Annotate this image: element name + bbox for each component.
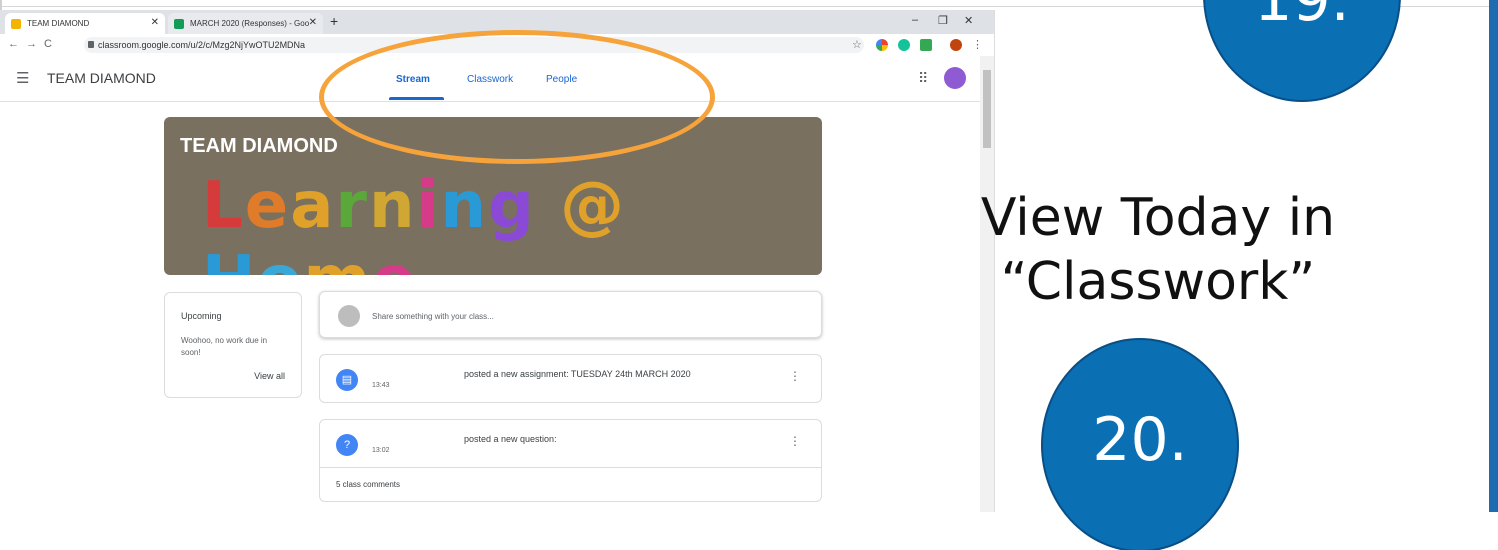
back-icon[interactable]: ← <box>8 38 19 50</box>
post-time: 13:43 <box>372 382 390 389</box>
restore-icon[interactable]: ❐ <box>938 14 948 27</box>
browser-window: TEAM DIAMOND ✕ MARCH 2020 (Responses) - … <box>0 10 995 512</box>
post-text[interactable]: posted a new question: <box>464 434 557 444</box>
post-text[interactable]: posted a new assignment: TUESDAY 24th MA… <box>464 369 691 379</box>
scrollbar-thumb[interactable] <box>983 70 991 148</box>
post-card[interactable]: ? 13:02 posted a new question: ⋮ 5 class… <box>319 419 822 502</box>
lock-icon <box>88 41 94 48</box>
avatar[interactable] <box>944 67 966 89</box>
browser-menu-icon[interactable]: ⋮ <box>972 38 983 51</box>
close-icon[interactable]: ✕ <box>151 17 159 28</box>
step-number-badge: 20. <box>1043 340 1237 550</box>
step-number-badge: 19. <box>1205 0 1399 100</box>
tab-title: TEAM DIAMOND <box>27 19 90 28</box>
google-apps-icon[interactable]: ⠿ <box>918 70 928 87</box>
upcoming-card: Upcoming Woohoo, no work due in soon! Vi… <box>164 292 302 398</box>
url-text: classroom.google.com/u/2/c/Mzg2NjYwOTU2M… <box>98 40 306 50</box>
highlight-ellipse <box>319 30 715 164</box>
browser-tab-sheets[interactable]: MARCH 2020 (Responses) - Goo ✕ <box>168 13 323 34</box>
minimize-icon[interactable]: – <box>912 14 918 26</box>
more-options-icon[interactable]: ⋮ <box>789 434 801 448</box>
hamburger-menu-icon[interactable]: ☰ <box>16 69 29 87</box>
slide-right-edge <box>1489 0 1498 512</box>
question-icon: ? <box>336 434 358 456</box>
view-all-link[interactable]: View all <box>254 371 285 381</box>
upcoming-title: Upcoming <box>181 311 222 321</box>
avatar <box>338 305 360 327</box>
class-title[interactable]: TEAM DIAMOND <box>47 70 156 86</box>
post-card[interactable]: ▤ 13:43 posted a new assignment: TUESDAY… <box>319 354 822 403</box>
profile-icon[interactable] <box>950 39 962 51</box>
browser-tab-classroom[interactable]: TEAM DIAMOND ✕ <box>5 13 165 34</box>
share-box[interactable]: Share something with your class... <box>319 291 822 338</box>
more-options-icon[interactable]: ⋮ <box>789 369 801 383</box>
extension-icon[interactable] <box>920 39 932 51</box>
class-comments-link[interactable]: 5 class comments <box>320 467 821 501</box>
instruction-text: View Today in “Classwork” <box>980 188 1336 312</box>
banner-artwork: Learning @ Home <box>202 169 627 275</box>
assignment-icon: ▤ <box>336 369 358 391</box>
sheets-favicon-icon <box>174 18 184 29</box>
share-placeholder[interactable]: Share something with your class... <box>372 312 494 321</box>
bookmark-star-icon[interactable]: ☆ <box>852 38 862 51</box>
tab-title: MARCH 2020 (Responses) - Goo <box>190 19 310 28</box>
reload-icon[interactable]: C <box>44 38 52 50</box>
extension-icon[interactable] <box>876 39 888 51</box>
grammarly-icon[interactable] <box>898 39 910 51</box>
post-time: 13:02 <box>372 447 390 454</box>
new-tab-icon[interactable]: + <box>330 13 338 29</box>
upcoming-text: Woohoo, no work due in soon! <box>181 336 268 357</box>
forward-icon[interactable]: → <box>26 38 37 50</box>
close-icon[interactable]: ✕ <box>309 17 317 28</box>
classroom-favicon-icon <box>11 18 21 29</box>
window-close-icon[interactable]: ✕ <box>964 14 973 27</box>
banner-title[interactable]: TEAM DIAMOND <box>180 135 338 158</box>
